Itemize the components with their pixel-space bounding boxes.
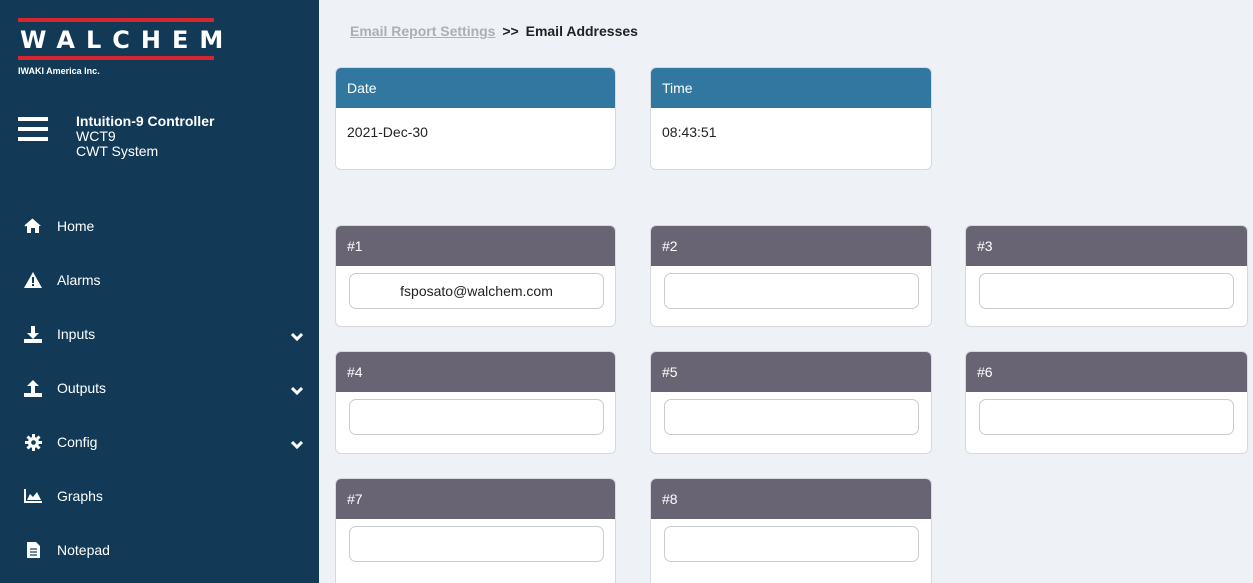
time-card: Time 08:43:51 bbox=[650, 67, 932, 170]
alarm-warning-icon bbox=[22, 271, 44, 289]
email-card-header: #6 bbox=[966, 352, 1247, 392]
email-card-7: #7 bbox=[335, 478, 616, 583]
chevron-down-icon[interactable] bbox=[290, 329, 304, 342]
email-card-header: #2 bbox=[651, 226, 931, 266]
main-content: Email Report Settings >> Email Addresses… bbox=[319, 0, 1253, 583]
logo-subtitle: IWAKI America Inc. bbox=[18, 66, 100, 76]
time-value: 08:43:51 bbox=[662, 124, 717, 140]
gear-icon bbox=[22, 433, 44, 451]
nav-label-graphs: Graphs bbox=[57, 488, 103, 504]
breadcrumb: Email Report Settings >> Email Addresses bbox=[350, 23, 638, 39]
logo-text: WALCHEM bbox=[20, 26, 235, 54]
nav-label-inputs: Inputs bbox=[57, 326, 96, 342]
device-name: Intuition-9 Controller bbox=[76, 113, 215, 129]
chevron-down-icon[interactable] bbox=[290, 437, 304, 450]
email-field-4[interactable] bbox=[349, 399, 604, 435]
nav-label-config: Config bbox=[57, 434, 98, 450]
email-field-2[interactable] bbox=[664, 273, 919, 309]
breadcrumb-parent-link[interactable]: Email Report Settings bbox=[350, 23, 495, 39]
nav-item-notepad[interactable]: Notepad bbox=[0, 523, 319, 577]
walchem-logo: WALCHEM IWAKI America Inc. bbox=[18, 18, 235, 76]
email-card-header: #3 bbox=[966, 226, 1247, 266]
nav-item-alarms[interactable]: Alarms bbox=[0, 253, 319, 307]
sidebar-nav: Home Alarms Inputs Outputs Config Graphs… bbox=[0, 198, 319, 577]
area-chart-icon bbox=[22, 487, 44, 505]
upload-icon bbox=[22, 379, 44, 397]
nav-item-outputs[interactable]: Outputs bbox=[0, 361, 319, 415]
email-card-5: #5 bbox=[650, 351, 932, 454]
logo-bottom-bar bbox=[18, 56, 214, 60]
email-field-1[interactable] bbox=[349, 273, 604, 309]
device-model: WCT9 bbox=[76, 128, 116, 144]
email-card-header: #5 bbox=[651, 352, 931, 392]
nav-label-notepad: Notepad bbox=[57, 542, 110, 558]
home-icon bbox=[22, 217, 44, 235]
email-card-header: #8 bbox=[651, 479, 931, 519]
time-card-header: Time bbox=[651, 68, 931, 108]
nav-item-inputs[interactable]: Inputs bbox=[0, 307, 319, 361]
device-info: Intuition-9 Controller WCT9 CWT System bbox=[76, 114, 214, 159]
breadcrumb-current: Email Addresses bbox=[525, 23, 638, 39]
nav-label-alarms: Alarms bbox=[57, 272, 101, 288]
nav-label-home: Home bbox=[57, 217, 95, 234]
email-card-3: #3 bbox=[965, 225, 1248, 327]
chevron-down-icon[interactable] bbox=[290, 383, 304, 396]
email-card-4: #4 bbox=[335, 351, 616, 454]
sidebar: WALCHEM IWAKI America Inc. Intuition-9 C… bbox=[0, 0, 319, 583]
date-card: Date 2021-Dec-30 bbox=[335, 67, 616, 170]
email-card-header: #4 bbox=[336, 352, 615, 392]
hamburger-menu-icon[interactable] bbox=[18, 117, 50, 143]
file-icon bbox=[22, 541, 44, 559]
email-field-7[interactable] bbox=[349, 526, 604, 562]
nav-item-config[interactable]: Config bbox=[0, 415, 319, 469]
nav-label-outputs: Outputs bbox=[57, 380, 107, 396]
email-card-header: #7 bbox=[336, 479, 615, 519]
email-field-8[interactable] bbox=[664, 526, 919, 562]
email-card-header: #1 bbox=[336, 226, 615, 266]
email-field-5[interactable] bbox=[664, 399, 919, 435]
email-card-1: #1 bbox=[335, 225, 616, 327]
nav-item-graphs[interactable]: Graphs bbox=[0, 469, 319, 523]
email-card-2: #2 bbox=[650, 225, 932, 327]
email-field-3[interactable] bbox=[979, 273, 1234, 309]
date-value: 2021-Dec-30 bbox=[347, 124, 428, 140]
date-card-header: Date bbox=[336, 68, 615, 108]
email-card-6: #6 bbox=[965, 351, 1248, 454]
email-card-8: #8 bbox=[650, 478, 932, 583]
email-field-6[interactable] bbox=[979, 399, 1234, 435]
download-icon bbox=[22, 325, 44, 343]
nav-item-home[interactable]: Home bbox=[0, 198, 319, 253]
breadcrumb-separator: >> bbox=[502, 23, 519, 39]
device-system: CWT System bbox=[76, 143, 159, 159]
